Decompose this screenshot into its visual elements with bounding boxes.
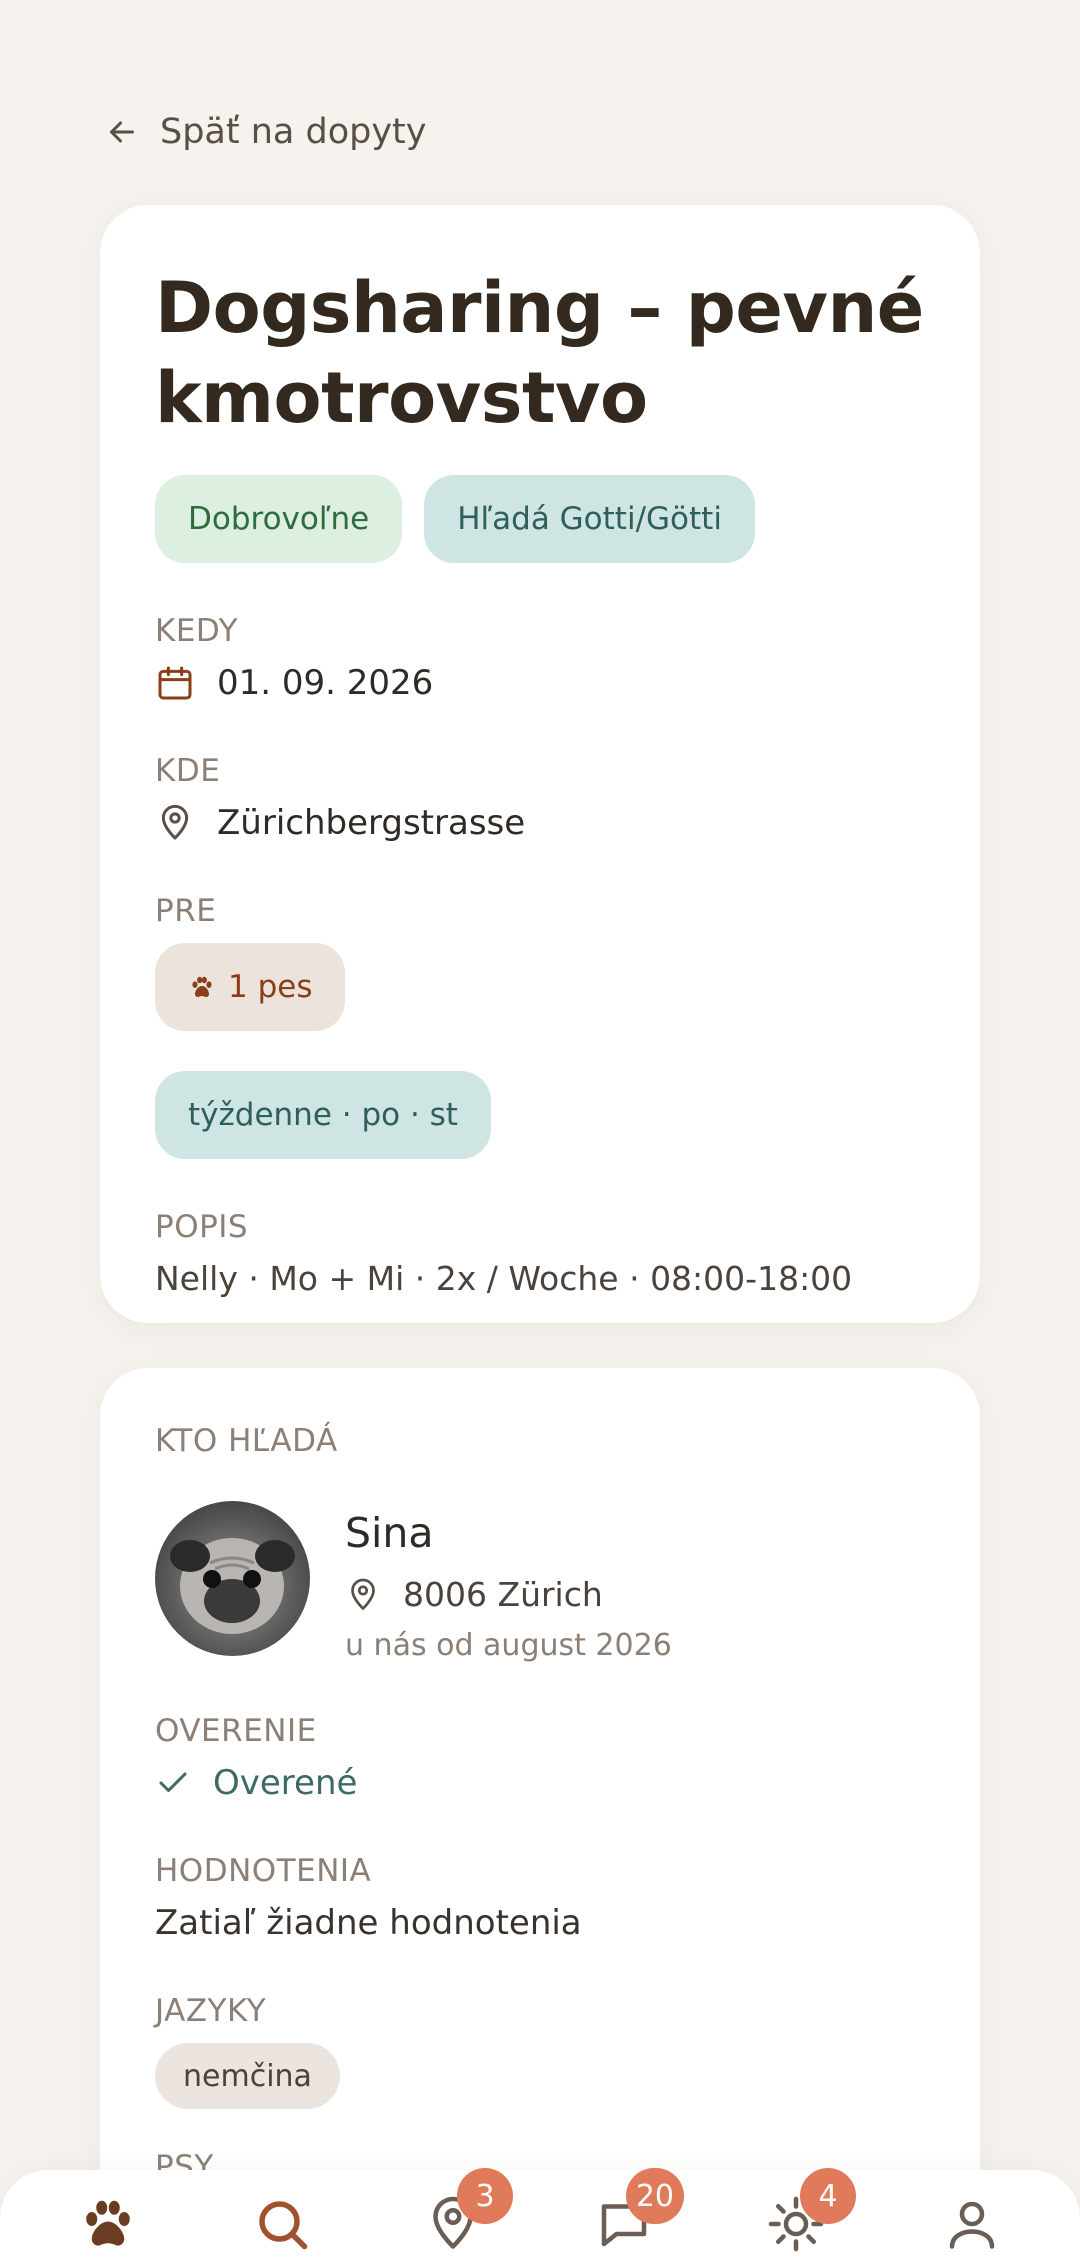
location-pin-icon	[351, 1578, 375, 1610]
schedule-chip: týždenne · po · st	[155, 1071, 491, 1159]
calendar-icon	[158, 666, 192, 700]
owner-card: KTO HĽADÁ Sina 8006 Zürich u nás od augu…	[100, 1368, 980, 2268]
verification-value: Overené	[213, 1763, 358, 1803]
owner-location: 8006 Zürich	[403, 1575, 603, 1614]
owner-name: Sina	[345, 1509, 434, 1557]
check-icon	[159, 1772, 187, 1792]
description-label: POPIS	[155, 1209, 249, 1245]
where-value: Zürichbergstrasse	[217, 803, 526, 843]
tag-looking-for: Hľadá Gotti/Götti	[424, 475, 755, 563]
bottom-nav: 3 20 4	[0, 2168, 1080, 2268]
nav-home[interactable]	[78, 2194, 138, 2254]
search-icon	[259, 2201, 308, 2250]
member-since: u nás od august 2026	[345, 1628, 672, 1663]
verification-row: Overené	[155, 1763, 925, 1803]
pug-avatar-image	[170, 1538, 295, 1634]
when-row: 01. 09. 2026	[155, 663, 925, 703]
pet-count: 1 pes	[228, 969, 313, 1005]
description-value: Nelly · Mo + Mi · 2x / Woche · 08:00-18:…	[155, 1259, 853, 1298]
nav-activity[interactable]: 4	[766, 2168, 856, 2254]
nav-profile[interactable]	[942, 2194, 1002, 2254]
for-label: PRE	[155, 893, 217, 929]
languages-label: JAZYKY	[155, 1993, 267, 2029]
nav-search[interactable]	[252, 2194, 312, 2254]
back-link-label: Späť na dopyty	[160, 112, 427, 152]
listing-title: Dogsharing – pevné kmotrovstvo	[155, 267, 924, 439]
owner-profile[interactable]: Sina 8006 Zürich u nás od august 2026	[155, 1501, 925, 1663]
nav-messages-badge: 20	[625, 2168, 684, 2224]
nav-messages[interactable]: 20	[594, 2168, 684, 2254]
avatar[interactable]	[155, 1501, 310, 1656]
language-chip: nemčina	[155, 2043, 340, 2109]
owner-location-row: 8006 Zürich	[345, 1575, 672, 1614]
when-label: KEDY	[155, 613, 239, 649]
paw-icon	[86, 2200, 130, 2246]
verification-label: OVERENIE	[155, 1713, 317, 1749]
nav-activity-badge: 4	[800, 2168, 856, 2224]
profile-icon	[949, 2201, 995, 2249]
paw-icon	[192, 976, 212, 998]
ratings-label: HODNOTENIA	[155, 1853, 372, 1889]
back-link[interactable]: Späť na dopyty	[104, 112, 426, 152]
listing-tags: Dobrovoľne Hľadá Gotti/Götti	[155, 475, 925, 563]
owner-section-label: KTO HĽADÁ	[155, 1423, 338, 1459]
where-row: Zürichbergstrasse	[155, 803, 925, 843]
where-label: KDE	[155, 753, 221, 789]
location-pin-icon	[161, 804, 189, 840]
ratings-value: Zatiaľ žiadne hodnotenia	[155, 1903, 582, 1943]
nav-map[interactable]: 3	[423, 2168, 513, 2254]
tag-voluntary: Dobrovoľne	[155, 475, 403, 563]
arrow-left-icon	[110, 121, 134, 143]
listing-card: Dogsharing – pevné kmotrovstvo Dobrovoľn…	[100, 205, 980, 1323]
when-value: 01. 09. 2026	[217, 663, 434, 703]
nav-map-badge: 3	[457, 2168, 513, 2224]
pet-count-chip: 1 pes	[155, 943, 346, 1031]
